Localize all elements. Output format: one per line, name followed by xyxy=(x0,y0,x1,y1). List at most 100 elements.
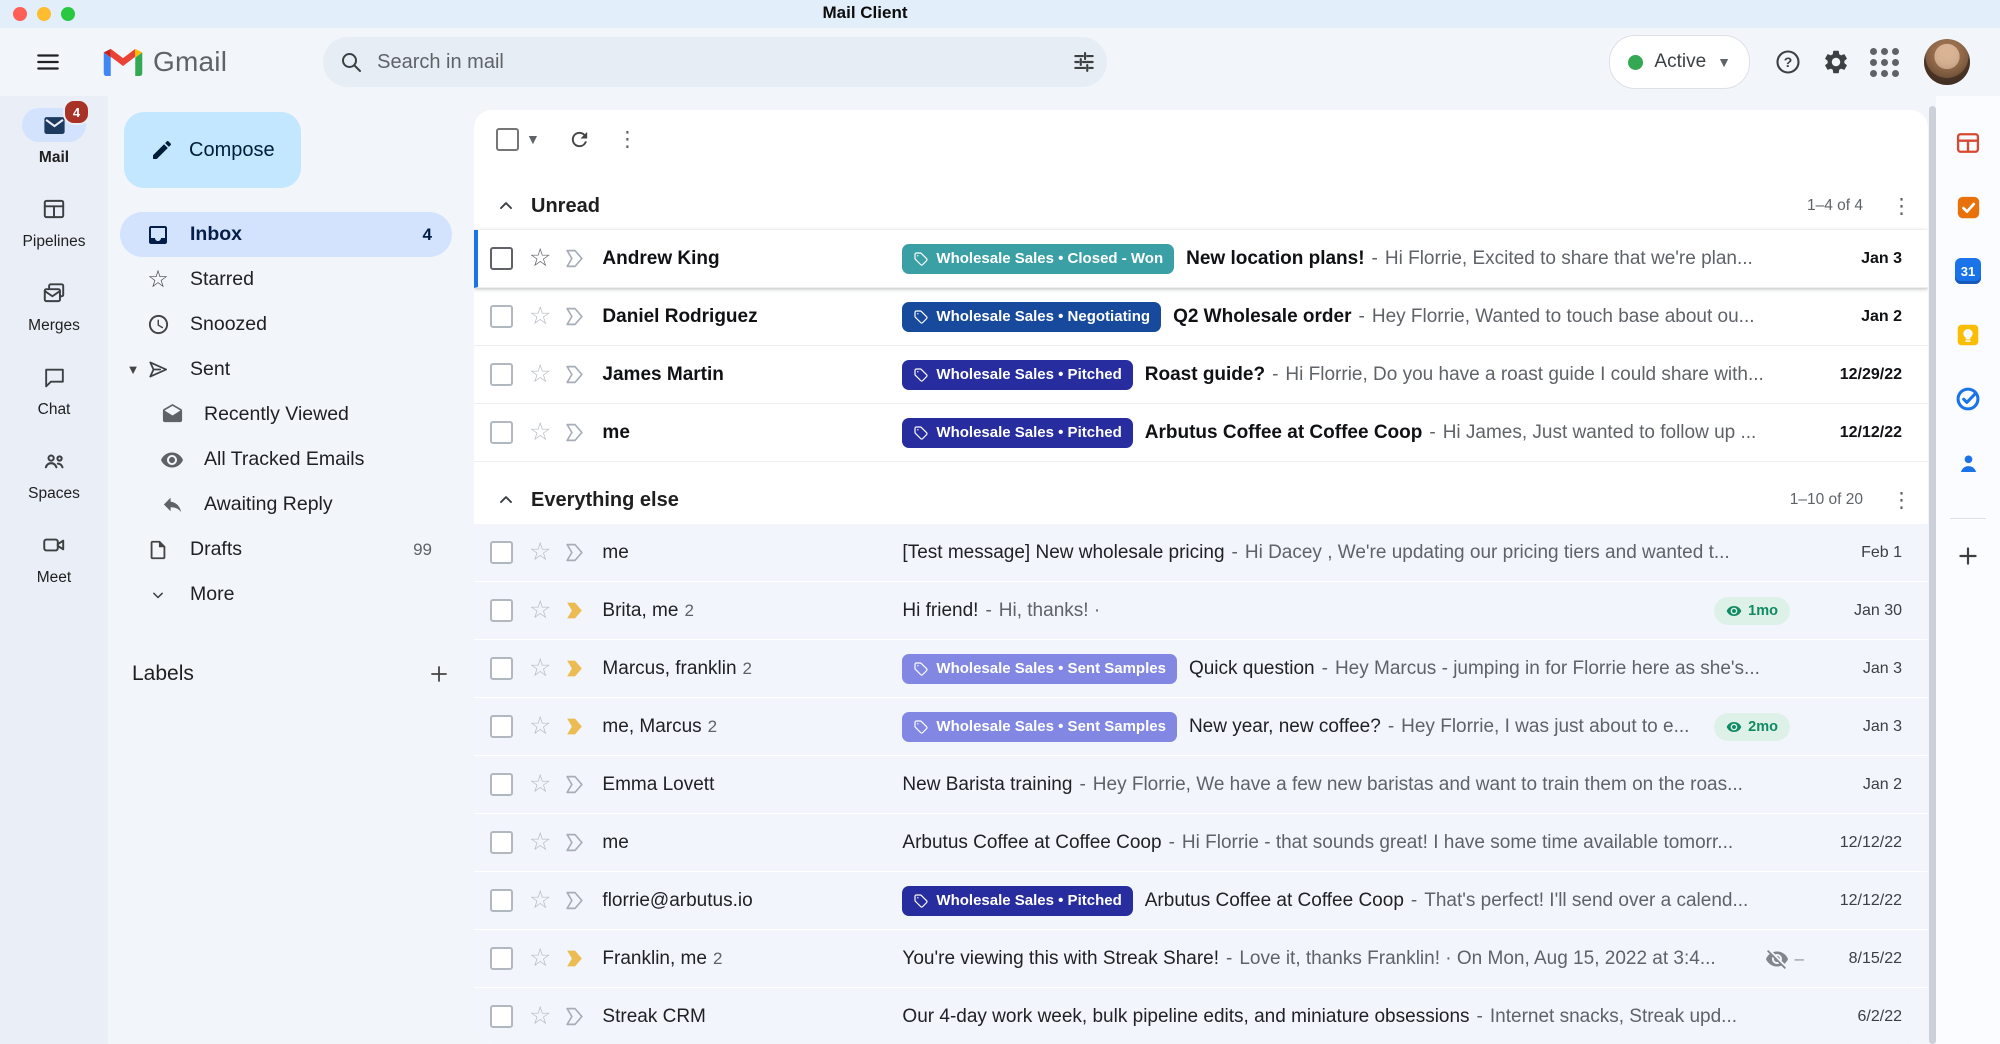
search-icon[interactable] xyxy=(339,50,363,74)
help-icon[interactable]: ? xyxy=(1764,38,1812,86)
row-checkbox[interactable] xyxy=(490,715,513,738)
collapse-chevron-icon[interactable] xyxy=(496,196,516,216)
email-row[interactable]: ☆ me Arbutus Coffee at Coffee Coop - Hi … xyxy=(474,814,1928,872)
search-filter-icon[interactable] xyxy=(1071,49,1097,75)
email-row[interactable]: ☆ me Wholesale Sales • Pitched Arbutus C… xyxy=(474,404,1928,462)
streak-pipeline-icon[interactable] xyxy=(564,832,585,853)
keep-icon[interactable] xyxy=(1953,320,1983,350)
email-row[interactable]: ☆ Franklin, me2 You're viewing this with… xyxy=(474,930,1928,988)
sidebar-item-snoozed[interactable]: Snoozed xyxy=(120,302,452,347)
pipeline-stage-badge[interactable]: Wholesale Sales • Sent Samples xyxy=(902,654,1177,684)
star-icon[interactable]: ☆ xyxy=(529,363,551,386)
streak-pipeline-icon[interactable] xyxy=(564,890,585,911)
email-row[interactable]: ☆ me, Marcus2 Wholesale Sales • Sent Sam… xyxy=(474,698,1928,756)
row-checkbox[interactable] xyxy=(490,363,513,386)
refresh-icon[interactable] xyxy=(568,128,591,151)
hamburger-menu-icon[interactable] xyxy=(34,48,62,76)
row-checkbox[interactable] xyxy=(490,247,513,270)
email-row[interactable]: ☆ Marcus, franklin2 Wholesale Sales • Se… xyxy=(474,640,1928,698)
streak-pipeline-icon[interactable] xyxy=(564,364,585,385)
email-row[interactable]: ☆ James Martin Wholesale Sales • Pitched… xyxy=(474,346,1928,404)
select-all-checkbox[interactable] xyxy=(496,128,519,151)
select-dropdown-caret-icon[interactable]: ▼ xyxy=(526,131,540,147)
star-icon[interactable]: ☆ xyxy=(529,247,551,270)
streak-pipeline-icon[interactable] xyxy=(564,600,585,621)
sidebar-item-starred[interactable]: ☆ Starred xyxy=(120,257,452,302)
rail-item-meet[interactable]: Meet xyxy=(0,528,108,587)
email-row[interactable]: ☆ Streak CRM Our 4-day work week, bulk p… xyxy=(474,988,1928,1044)
expand-caret-icon[interactable]: ▼ xyxy=(120,362,146,377)
streak-pipeline-icon[interactable] xyxy=(564,306,585,327)
pipeline-stage-badge[interactable]: Wholesale Sales • Pitched xyxy=(902,418,1132,448)
row-checkbox[interactable] xyxy=(490,831,513,854)
row-checkbox[interactable] xyxy=(490,773,513,796)
email-row[interactable]: ☆ Brita, me2 Hi friend! - Hi, thanks! · … xyxy=(474,582,1928,640)
star-icon[interactable]: ☆ xyxy=(529,305,551,328)
rail-item-spaces[interactable]: Spaces xyxy=(0,444,108,503)
star-icon[interactable]: ☆ xyxy=(529,889,551,912)
contacts-icon[interactable] xyxy=(1953,448,1983,478)
get-addons-plus-icon[interactable] xyxy=(1953,541,1983,571)
email-row[interactable]: ☆ Daniel Rodriguez Wholesale Sales • Neg… xyxy=(474,288,1928,346)
email-row[interactable]: ☆ me [Test message] New wholesale pricin… xyxy=(474,524,1928,582)
star-icon[interactable]: ☆ xyxy=(529,541,551,564)
star-icon[interactable]: ☆ xyxy=(529,599,551,622)
avatar[interactable] xyxy=(1924,39,1970,85)
row-checkbox[interactable] xyxy=(490,541,513,564)
streak-pipeline-icon[interactable] xyxy=(564,542,585,563)
row-checkbox[interactable] xyxy=(490,657,513,680)
streak-pipeline-icon[interactable] xyxy=(564,658,585,679)
email-row[interactable]: ☆ florrie@arbutus.io Wholesale Sales • P… xyxy=(474,872,1928,930)
streak-pipeline-icon[interactable] xyxy=(564,716,585,737)
row-checkbox[interactable] xyxy=(490,421,513,444)
streak-grid-icon[interactable] xyxy=(1953,128,1983,158)
select-all-control[interactable]: ▼ xyxy=(496,128,540,151)
rail-item-chat[interactable]: Chat xyxy=(0,360,108,419)
star-icon[interactable]: ☆ xyxy=(529,947,551,970)
compose-button[interactable]: Compose xyxy=(124,112,301,188)
google-apps-grid-icon[interactable] xyxy=(1860,38,1908,86)
email-row[interactable]: ☆ Andrew King Wholesale Sales • Closed -… xyxy=(474,230,1928,288)
star-icon[interactable]: ☆ xyxy=(529,657,551,680)
row-checkbox[interactable] xyxy=(490,599,513,622)
email-row[interactable]: ☆ Emma Lovett New Barista training - Hey… xyxy=(474,756,1928,814)
section-menu-icon[interactable]: ⋮ xyxy=(1891,196,1912,217)
pipeline-stage-badge[interactable]: Wholesale Sales • Negotiating xyxy=(902,302,1161,332)
rail-item-pipelines[interactable]: Pipelines xyxy=(0,192,108,251)
sidebar-item-inbox[interactable]: Inbox 4 xyxy=(120,212,452,257)
star-icon[interactable]: ☆ xyxy=(529,421,551,444)
sidebar-item-more[interactable]: More xyxy=(120,572,452,617)
star-icon[interactable]: ☆ xyxy=(529,1005,551,1028)
rail-item-mail[interactable]: 4 Mail xyxy=(0,108,108,167)
sidebar-item-sent[interactable]: ▼ Sent xyxy=(120,347,452,392)
tasks-square-icon[interactable] xyxy=(1953,192,1983,222)
pipeline-stage-badge[interactable]: Wholesale Sales • Closed - Won xyxy=(902,244,1174,274)
row-checkbox[interactable] xyxy=(490,1005,513,1028)
row-checkbox[interactable] xyxy=(490,889,513,912)
sidebar-item-all-tracked-emails[interactable]: All Tracked Emails xyxy=(120,437,452,482)
calendar-icon[interactable]: 31 xyxy=(1953,256,1983,286)
sidebar-item-awaiting-reply[interactable]: Awaiting Reply xyxy=(120,482,452,527)
streak-pipeline-icon[interactable] xyxy=(564,422,585,443)
streak-pipeline-icon[interactable] xyxy=(564,248,585,269)
star-icon[interactable]: ☆ xyxy=(529,831,551,854)
streak-pipeline-icon[interactable] xyxy=(564,774,585,795)
pipeline-stage-badge[interactable]: Wholesale Sales • Pitched xyxy=(902,360,1132,390)
streak-status-dropdown[interactable]: Active ▼ xyxy=(1609,35,1750,89)
collapse-chevron-icon[interactable] xyxy=(496,490,516,510)
scrollbar[interactable] xyxy=(1929,106,1936,1044)
star-icon[interactable]: ☆ xyxy=(529,773,551,796)
streak-pipeline-icon[interactable] xyxy=(564,1006,585,1027)
search-bar[interactable] xyxy=(323,37,1107,87)
row-checkbox[interactable] xyxy=(490,305,513,328)
tasks-circle-icon[interactable] xyxy=(1953,384,1983,414)
more-options-icon[interactable]: ⋮ xyxy=(617,129,638,150)
row-checkbox[interactable] xyxy=(490,947,513,970)
sidebar-item-recently-viewed[interactable]: Recently Viewed xyxy=(120,392,452,437)
pipeline-stage-badge[interactable]: Wholesale Sales • Pitched xyxy=(902,886,1132,916)
search-input[interactable] xyxy=(375,50,1071,75)
pipeline-stage-badge[interactable]: Wholesale Sales • Sent Samples xyxy=(902,712,1177,742)
section-menu-icon[interactable]: ⋮ xyxy=(1891,490,1912,511)
rail-item-merges[interactable]: Merges xyxy=(0,276,108,335)
star-icon[interactable]: ☆ xyxy=(529,715,551,738)
